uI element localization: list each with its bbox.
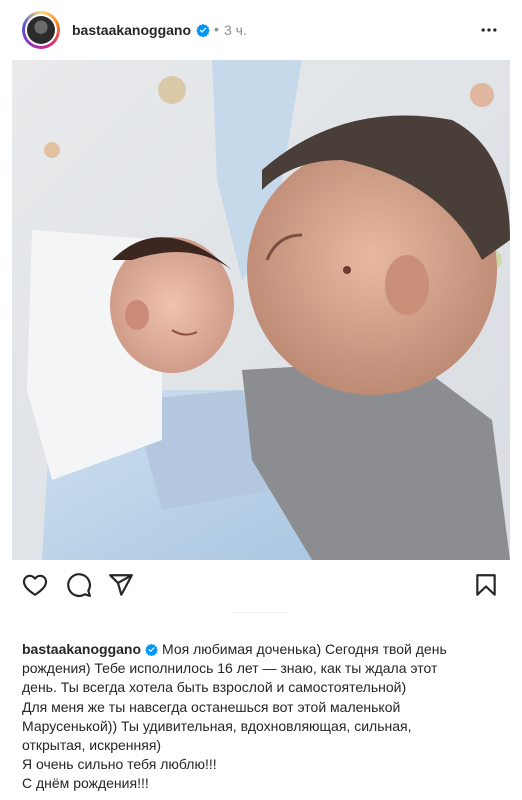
caption-line: Марусенькой)) Ты удивительная, вдохновля… (22, 717, 412, 734)
more-horizontal-icon[interactable] (478, 20, 500, 40)
separator-dot: • (214, 21, 219, 37)
post-photo[interactable] (12, 60, 510, 560)
heart-icon[interactable] (22, 572, 48, 598)
action-bar (0, 567, 522, 607)
comment-icon[interactable] (66, 572, 92, 598)
caption-line: Я очень сильно тебя люблю!!! (22, 756, 217, 773)
post-header: bastaakanoggano • 3 ч. (0, 0, 522, 60)
caption-line: bastaakanoggano Моя любимая доченька) Сег… (22, 640, 492, 659)
caption-line: С днём рождения!!! (22, 775, 149, 792)
post-time: 3 ч. (224, 22, 247, 38)
caption-line: рождения) Тебе исполнилось 16 лет — знаю… (22, 660, 438, 677)
post-username[interactable]: bastaakanoggano (72, 22, 191, 38)
caption-username[interactable]: bastaakanoggano (22, 641, 141, 657)
photo-illustration (12, 60, 510, 560)
send-icon[interactable] (108, 572, 134, 598)
divider (233, 612, 289, 613)
caption-line: открытая, искренняя) (22, 737, 162, 754)
post-caption: bastaakanoggano Моя любимая доченька) Сег… (22, 640, 492, 794)
caption-line: Для меня же ты навсегда останешься вот э… (22, 698, 401, 715)
caption-text: Моя любимая доченька) Сегодня твой день (162, 641, 447, 657)
verified-badge-icon (145, 643, 158, 656)
verified-badge-icon (196, 23, 210, 37)
avatar-image (27, 16, 55, 44)
caption-line: день. Ты всегда хотела быть взрослой и с… (22, 679, 407, 696)
avatar[interactable] (22, 11, 60, 49)
bookmark-icon[interactable] (473, 572, 499, 598)
